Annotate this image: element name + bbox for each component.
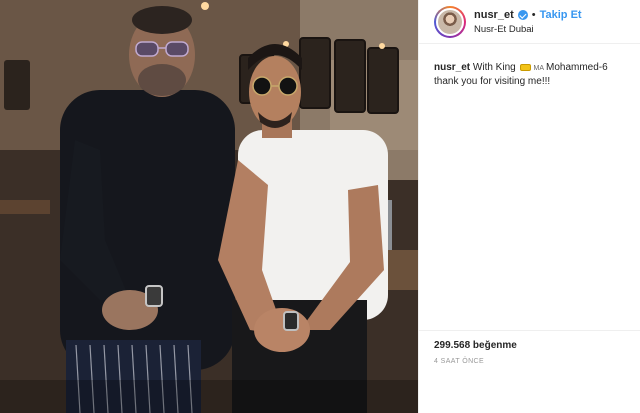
caption-text-before: With King: [472, 62, 516, 73]
avatar-image: [436, 8, 464, 36]
verified-badge-icon: [517, 10, 528, 20]
crown-emoji-icon: [520, 64, 532, 71]
post-header: nusr_et • Takip Et Nusr-Et Dubai: [419, 0, 640, 44]
post-photo[interactable]: [0, 0, 418, 413]
post-sidebar: nusr_et • Takip Et Nusr-Et Dubai nusr_et…: [418, 0, 640, 413]
instagram-post: nusr_et • Takip Et Nusr-Et Dubai nusr_et…: [0, 0, 640, 413]
header-separator: •: [531, 9, 536, 21]
stats-divider: [419, 330, 640, 331]
post-photo-illustration: [0, 0, 418, 413]
caption-tag-prefix: MA: [533, 65, 544, 72]
post-caption: nusr_et With King MA Mohammed-6 thank you…: [434, 61, 634, 88]
post-timestamp[interactable]: 4 SAAT ÖNCE: [434, 358, 484, 365]
header-username[interactable]: nusr_et: [474, 9, 514, 21]
location-link[interactable]: Nusr-Et Dubai: [474, 24, 534, 35]
follow-button[interactable]: Takip Et: [540, 9, 582, 21]
caption-username[interactable]: nusr_et: [434, 62, 470, 73]
likes-count[interactable]: 299.568 beğenme: [434, 340, 517, 351]
caption-text-after: Mohammed-6: [545, 62, 608, 73]
profile-avatar[interactable]: [434, 6, 466, 38]
caption-line2: thank you for visiting me!!!: [434, 76, 551, 87]
header-user-row: nusr_et • Takip Et: [474, 9, 582, 21]
